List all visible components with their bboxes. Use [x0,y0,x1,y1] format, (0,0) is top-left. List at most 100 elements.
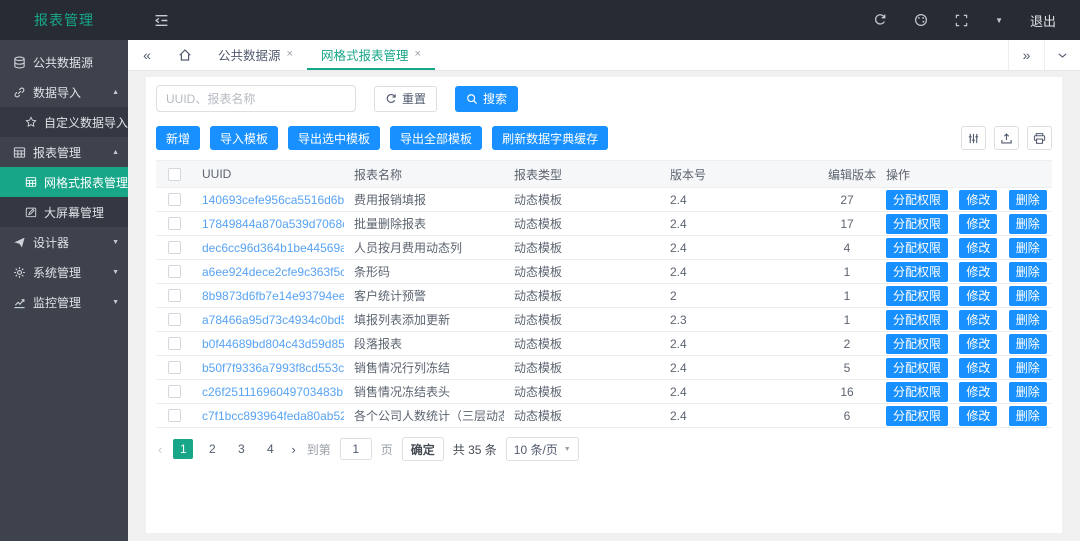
delete-button[interactable]: 删除 [1009,406,1047,426]
export-all-button[interactable]: 导出全部模板 [390,126,482,150]
tab-close-icon[interactable]: × [287,48,293,60]
uuid-link[interactable]: a78466a95d73c4934c0bd5d11... [202,313,344,327]
edit-button[interactable]: 修改 [959,262,997,282]
delete-button[interactable]: 删除 [1009,358,1047,378]
row-checkbox[interactable] [168,385,181,398]
edit-button[interactable]: 修改 [959,214,997,234]
assign-permission-button[interactable]: 分配权限 [886,238,948,258]
edit-button[interactable]: 修改 [959,382,997,402]
assign-permission-button[interactable]: 分配权限 [886,262,948,282]
uuid-link[interactable]: c26f25111696049703483b7915... [202,385,344,399]
import-template-button[interactable]: 导入模板 [210,126,278,150]
tabbar-right: » [1008,40,1080,70]
confirm-button[interactable]: 确定 [402,437,444,461]
assign-permission-button[interactable]: 分配权限 [886,382,948,402]
row-checkbox[interactable] [168,361,181,374]
uuid-link[interactable]: b50f7f9336a7993f8cd553ccc22... [202,361,344,375]
row-checkbox[interactable] [168,409,181,422]
row-checkbox[interactable] [168,193,181,206]
assign-permission-button[interactable]: 分配权限 [886,286,948,306]
report-type-cell: 动态模板 [504,212,660,236]
assign-permission-button[interactable]: 分配权限 [886,214,948,234]
uuid-link[interactable]: a6ee924dece2cfe9c363f5c902... [202,265,344,279]
row-checkbox[interactable] [168,337,181,350]
uuid-link[interactable]: b0f44689bd804c43d59d85871a... [202,337,344,351]
sidebar-item-label: 自定义数据导入 [44,114,128,131]
edit-icon [25,206,37,218]
assign-permission-button[interactable]: 分配权限 [886,190,948,210]
tab-grid-report-management[interactable]: 网格式报表管理 × [307,40,435,70]
search-icon [466,93,478,105]
refresh-dict-cache-button[interactable]: 刷新数据字典缓存 [492,126,608,150]
tab-public-datasource[interactable]: 公共数据源 × [204,40,307,70]
assign-permission-button[interactable]: 分配权限 [886,310,948,330]
sidebar-item-report-management[interactable]: 报表管理 ▲ [0,137,128,167]
home-tab[interactable] [166,40,204,70]
select-all-checkbox[interactable] [168,168,181,181]
fullscreen-icon[interactable] [955,14,968,27]
sidebar-item-data-import[interactable]: 数据导入 ▲ [0,77,128,107]
logout-button[interactable]: 退出 [1030,11,1056,30]
edit-button[interactable]: 修改 [959,286,997,306]
edit-button[interactable]: 修改 [959,406,997,426]
delete-button[interactable]: 删除 [1009,238,1047,258]
page-button-4[interactable]: 4 [260,439,280,459]
search-input[interactable] [156,85,356,112]
uuid-link[interactable]: 17849844a870a539d7068c6d3... [202,217,344,231]
uuid-link[interactable]: 140693cefe956ca5516d6b66e2... [202,193,344,207]
assign-permission-button[interactable]: 分配权限 [886,334,948,354]
goto-page-input[interactable] [340,438,372,460]
row-checkbox[interactable] [168,289,181,302]
reset-button[interactable]: 重置 [374,86,437,112]
sidebar-item-system-management[interactable]: 系统管理 ▼ [0,257,128,287]
page-size-select[interactable]: 10 条/页 ▼ [506,437,579,461]
sidebar-item-monitor-management[interactable]: 监控管理 ▼ [0,287,128,317]
tabs-menu-button[interactable] [1044,40,1080,70]
delete-button[interactable]: 删除 [1009,214,1047,234]
add-button[interactable]: 新增 [156,126,200,150]
search-button[interactable]: 搜索 [455,86,518,112]
row-checkbox[interactable] [168,241,181,254]
delete-button[interactable]: 删除 [1009,262,1047,282]
uuid-link[interactable]: 8b9873d6fb7e14e93794ee7fc1... [202,289,344,303]
page-button-2[interactable]: 2 [202,439,222,459]
assign-permission-button[interactable]: 分配权限 [886,406,948,426]
export-selected-button[interactable]: 导出选中模板 [288,126,380,150]
grid-icon [25,176,37,188]
tabs-expand-button[interactable]: » [1008,40,1044,70]
edit-button[interactable]: 修改 [959,310,997,330]
row-checkbox[interactable] [168,217,181,230]
filter-columns-button[interactable] [961,126,986,150]
next-page-button[interactable]: › [289,442,297,457]
tabs-collapse-button[interactable]: « [128,40,166,70]
uuid-link[interactable]: c7f1bcc893964feda80ab52ee0... [202,409,344,423]
theme-icon[interactable] [914,13,928,27]
edit-button[interactable]: 修改 [959,238,997,258]
page-button-1[interactable]: 1 [173,439,193,459]
user-dropdown-caret[interactable]: ▼ [995,16,1003,25]
sidebar-item-grid-report-management[interactable]: 网格式报表管理 [0,167,128,197]
assign-permission-button[interactable]: 分配权限 [886,358,948,378]
delete-button[interactable]: 删除 [1009,382,1047,402]
delete-button[interactable]: 删除 [1009,190,1047,210]
delete-button[interactable]: 删除 [1009,286,1047,306]
delete-button[interactable]: 删除 [1009,334,1047,354]
prev-page-button[interactable]: ‹ [156,442,164,457]
edit-button[interactable]: 修改 [959,190,997,210]
sidebar-item-designer[interactable]: 设计器 ▼ [0,227,128,257]
menu-fold-icon[interactable] [154,13,169,28]
sidebar-item-public-datasource[interactable]: 公共数据源 [0,47,128,77]
export-table-button[interactable] [994,126,1019,150]
print-button[interactable] [1027,126,1052,150]
sidebar-item-custom-data-import[interactable]: 自定义数据导入 [0,107,128,137]
page-button-3[interactable]: 3 [231,439,251,459]
tab-close-icon[interactable]: × [414,48,420,60]
edit-button[interactable]: 修改 [959,334,997,354]
edit-button[interactable]: 修改 [959,358,997,378]
uuid-link[interactable]: dec6cc96d364b1be44569ae18... [202,241,344,255]
delete-button[interactable]: 删除 [1009,310,1047,330]
sidebar-item-big-screen-management[interactable]: 大屏幕管理 [0,197,128,227]
row-checkbox[interactable] [168,313,181,326]
row-checkbox[interactable] [168,265,181,278]
refresh-icon[interactable] [873,13,887,27]
